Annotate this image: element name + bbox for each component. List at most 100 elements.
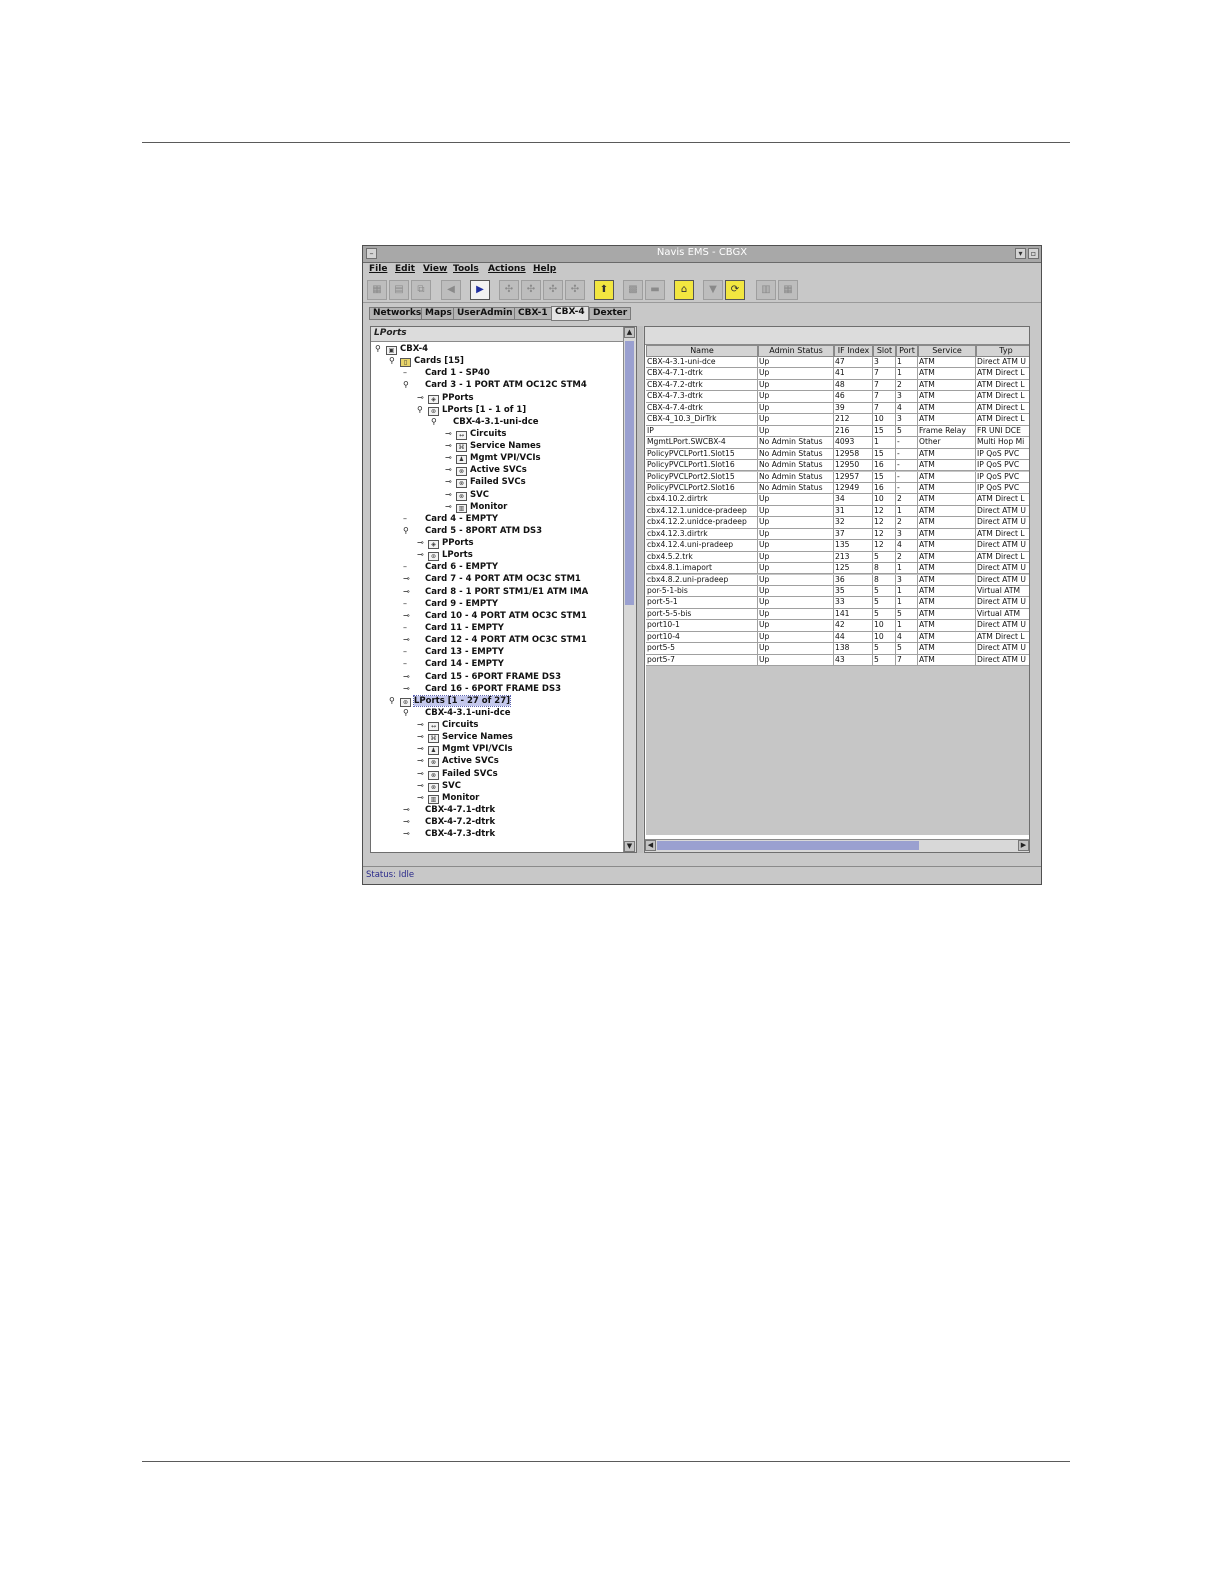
tree-node[interactable]: ⊸ ⌘ Service Names <box>445 440 541 453</box>
tab-cbx-1[interactable]: CBX-1 <box>514 307 552 320</box>
tree-node[interactable]: ⚲ ▣ CBX-4 <box>375 343 428 355</box>
tree-node[interactable]: ⊸ ♟ Mgmt VPI/VCIs <box>417 743 513 756</box>
minimize-icon[interactable]: ▾ <box>1015 248 1026 259</box>
tree-node[interactable]: ⊸ ⌘ Service Names <box>417 731 513 744</box>
menu-actions[interactable]: Actions <box>488 264 526 274</box>
tree-toggle-icon[interactable]: ⚲ <box>417 404 428 416</box>
table-row[interactable]: PolicyPVCLPort1.Slot15 No Admin Status 129… <box>646 448 1029 460</box>
column-header-slot[interactable]: Slot <box>873 345 896 357</box>
tree-node[interactable]: ⊸ CBX-4-7.3-dtrk <box>403 828 495 840</box>
tree-node[interactable]: – Card 4 - EMPTY <box>403 513 498 525</box>
tree-vertical-scrollbar[interactable]: ▲ ▼ <box>623 327 636 852</box>
column-header-type[interactable]: Typ <box>976 345 1029 357</box>
back-icon[interactable]: ◀ <box>441 280 461 300</box>
table-row[interactable]: CBX-4-7.3-dtrk Up 46 7 3 ATM ATM Direct L <box>646 391 1029 403</box>
tree-node[interactable]: ⊸ Card 15 - 6PORT FRAME DS3 <box>403 671 561 683</box>
link-icon[interactable]: ✣ <box>521 280 541 300</box>
tab-useradmin[interactable]: UserAdmin <box>453 307 517 320</box>
scroll-up-icon[interactable]: ▲ <box>624 327 635 338</box>
tree-node[interactable]: ⚲ ⊛ LPorts [1 - 1 of 1] <box>417 404 526 416</box>
tree-node[interactable]: ⊸ ↔ Circuits <box>445 428 506 440</box>
up-folder-icon[interactable]: ⬆ <box>594 280 614 300</box>
table-row[interactable]: CBX-4-7.1-dtrk Up 41 7 1 ATM ATM Direct L <box>646 368 1029 380</box>
menu-help[interactable]: Help <box>533 264 556 274</box>
list-icon[interactable]: ▤ <box>389 280 409 300</box>
tree-toggle-icon[interactable]: ⊸ <box>445 476 456 488</box>
tree-node[interactable]: ⊸ ⊛ LPorts <box>417 549 473 562</box>
menu-view[interactable]: View <box>423 264 447 274</box>
tree-toggle-icon[interactable]: ⊸ <box>403 828 414 840</box>
grid-icon[interactable]: ▩ <box>623 280 643 300</box>
column-header-admin-status[interactable]: Admin Status <box>758 345 834 357</box>
tree-node[interactable]: – Card 9 - EMPTY <box>403 598 498 610</box>
refresh-icon[interactable]: ⟳ <box>725 280 745 300</box>
tree-node[interactable]: ⊸ ⊗ SVC <box>417 780 461 792</box>
tree-node[interactable]: ⊸ Card 12 - 4 PORT ATM OC3C STM1 <box>403 634 587 646</box>
tree-toggle-icon[interactable]: ⊸ <box>403 634 414 646</box>
display-icon[interactable]: ▬ <box>645 280 665 300</box>
tree-toggle-icon[interactable]: ⊸ <box>403 573 414 585</box>
tree-toggle-icon[interactable]: ⊸ <box>403 610 414 622</box>
tree-node[interactable]: ⚲ ▯ Cards [15] <box>389 355 464 368</box>
tree-node[interactable]: ⚲ Card 5 - 8PORT ATM DS3 <box>403 525 542 537</box>
table-row[interactable]: cbx4.8.1.imaport Up 125 8 1 ATM Direct ATM U <box>646 563 1029 575</box>
table-row[interactable]: port10-1 Up 42 10 1 ATM Direct ATM U <box>646 620 1029 632</box>
tree-node[interactable]: ⊸ Card 7 - 4 PORT ATM OC3C STM1 <box>403 573 581 585</box>
tree-toggle-icon[interactable]: ⚲ <box>403 525 414 537</box>
tree-toggle-icon[interactable]: ⊸ <box>417 780 428 792</box>
node-icon[interactable]: ✣ <box>499 280 519 300</box>
tree-node[interactable]: ⚲ Card 3 - 1 PORT ATM OC12C STM4 <box>403 379 587 391</box>
table-row[interactable]: port5-7 Up 43 5 7 ATM Direct ATM U <box>646 654 1029 667</box>
table-row[interactable]: cbx4.8.2.uni-pradeep Up 36 8 3 ATM Direct ATM … <box>646 574 1029 586</box>
menu-tools[interactable]: Tools <box>453 264 479 274</box>
maximize-icon[interactable]: ▫ <box>1028 248 1039 259</box>
tree-toggle-icon[interactable]: ⚲ <box>403 707 414 719</box>
scroll-left-icon[interactable]: ◀ <box>645 840 656 851</box>
filter-icon[interactable]: ▼ <box>703 280 723 300</box>
tree-node[interactable]: ⚲ ⊛ LPorts [1 - 27 of 27] <box>389 694 512 707</box>
tree-node[interactable]: ⊸ ↔ Circuits <box>417 719 478 732</box>
tree-node[interactable]: ⊸ Card 16 - 6PORT FRAME DS3 <box>403 683 561 695</box>
tree-toggle-icon[interactable]: ⊸ <box>417 755 428 767</box>
tree-toggle-icon[interactable]: ⚲ <box>403 379 414 391</box>
tree-node[interactable]: ⊸ CBX-4-7.2-dtrk <box>403 816 495 828</box>
properties-icon[interactable]: ▦ <box>367 280 387 300</box>
tree-node[interactable]: ⊸ ♟ Mgmt VPI/VCIs <box>445 452 541 465</box>
copy-icon[interactable]: ⧉ <box>411 280 431 300</box>
menu-file[interactable]: File <box>369 264 387 274</box>
connect-icon[interactable]: ✣ <box>543 280 563 300</box>
table-row[interactable]: PolicyPVCLPort2.Slot15 No Admin Status 129… <box>646 471 1029 483</box>
table-scroll-thumb[interactable] <box>657 841 919 850</box>
tree-toggle-icon[interactable]: ⚲ <box>375 343 386 355</box>
column-header-service[interactable]: Service <box>918 345 976 357</box>
play-icon[interactable]: ▶ <box>470 280 490 300</box>
table-row[interactable]: port5-5 Up 138 5 5 ATM Direct ATM U <box>646 643 1029 655</box>
tree-toggle-icon[interactable]: ⊸ <box>403 586 414 598</box>
column-header-name[interactable]: Name <box>646 345 758 357</box>
tree-toggle-icon[interactable]: ⊸ <box>417 768 428 780</box>
tab-cbx-4[interactable]: CBX-4 <box>551 306 589 321</box>
tree-toggle-icon[interactable]: ⊸ <box>417 792 428 804</box>
split-pane-divider[interactable] <box>637 326 643 853</box>
tree-toggle-icon[interactable]: ⊸ <box>445 464 456 476</box>
tree-toggle-icon[interactable]: ⊸ <box>403 683 414 695</box>
table-row[interactable]: CBX-4-7.4-dtrk Up 39 7 4 ATM ATM Direct L <box>646 402 1029 415</box>
tree-toggle-icon[interactable]: ⊸ <box>445 440 456 452</box>
table-row[interactable]: PolicyPVCLPort1.Slot16 No Admin Status 129… <box>646 460 1029 472</box>
tree-node[interactable]: ⊸ ⊗ Failed SVCs <box>445 476 526 489</box>
table-row[interactable]: cbx4.10.2.dirtrk Up 34 10 2 ATM ATM Direct L <box>646 494 1029 506</box>
tree-toggle-icon[interactable]: ⊸ <box>403 804 414 816</box>
table-row[interactable]: cbx4.12.1.unidce-pradeep Up 31 12 1 ATM Direct… <box>646 505 1029 518</box>
tree-node[interactable]: ⊸ ◈ PPorts <box>417 392 474 404</box>
table-row[interactable]: CBX-4-3.1-uni-dce Up 47 3 1 ATM Direct ATM U <box>646 357 1029 369</box>
tree-toggle-icon[interactable]: ⊸ <box>445 428 456 440</box>
save-icon[interactable]: ▥ <box>756 280 776 300</box>
table-row[interactable]: port10-4 Up 44 10 4 ATM ATM Direct L <box>646 631 1029 644</box>
table-row[interactable]: CBX-4_10.3_DirTrk Up 212 10 3 ATM ATM Direct L <box>646 414 1029 426</box>
open-folder-icon[interactable]: ⌂ <box>674 280 694 300</box>
table-row[interactable]: CBX-4-7.2-dtrk Up 48 7 2 ATM ATM Direct L <box>646 379 1029 392</box>
table-row[interactable]: MgmtLPort.SWCBX-4 No Admin Status 4093 1- Ot… <box>646 437 1029 449</box>
table-horizontal-scrollbar[interactable]: ◀ ▶ <box>645 839 1029 852</box>
tree-node[interactable]: – Card 1 - SP40 <box>403 367 490 379</box>
tree-toggle-icon[interactable]: ⊸ <box>445 452 456 464</box>
